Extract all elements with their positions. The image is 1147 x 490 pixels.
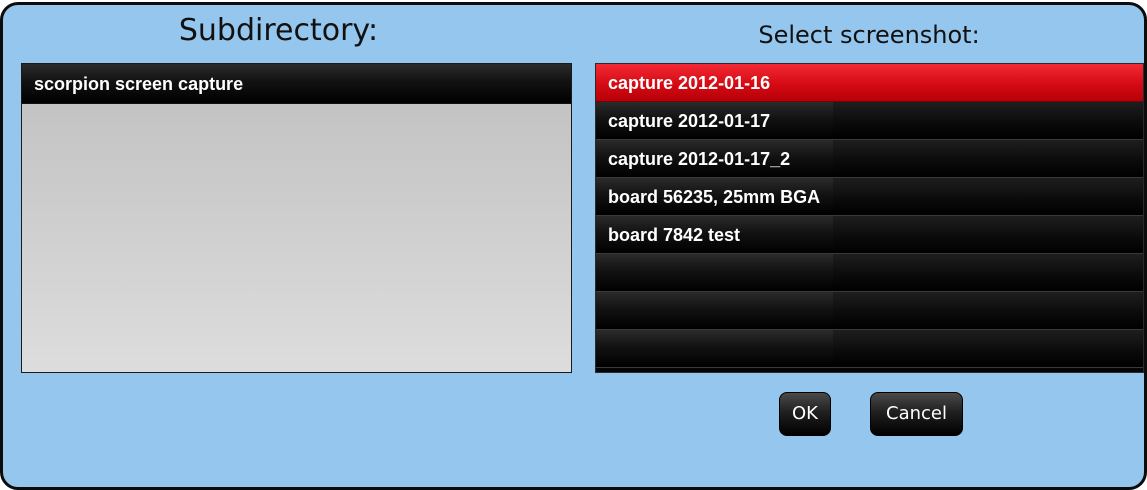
screenshot-item-board-56235[interactable]: board 56235, 25mm BGA — [596, 178, 1143, 216]
screenshot-item-label: capture 2012-01-16 — [608, 73, 771, 93]
screenshot-item-label: capture 2012-01-17_2 — [608, 149, 791, 169]
subdirectory-item-scorpion-screen-capture[interactable]: scorpion screen capture — [22, 64, 571, 104]
screenshot-list[interactable]: capture 2012-01-16 capture 2012-01-17 ca… — [595, 63, 1144, 373]
screenshot-item-empty[interactable] — [596, 292, 1143, 330]
screenshot-item-label: board 7842 test — [608, 225, 741, 245]
screenshot-item-label: capture 2012-01-17 — [608, 111, 771, 131]
screenshot-item-capture-2012-01-17-2[interactable]: capture 2012-01-17_2 — [596, 140, 1143, 178]
ok-button[interactable]: OK — [779, 392, 831, 436]
subdirectory-heading: Subdirectory: — [178, 13, 379, 48]
subdirectory-item-label: scorpion screen capture — [34, 74, 244, 94]
cancel-button[interactable]: Cancel — [870, 392, 963, 436]
screenshot-item-empty[interactable] — [596, 330, 1143, 368]
screenshot-item-capture-2012-01-17[interactable]: capture 2012-01-17 — [596, 102, 1143, 140]
select-screenshot-heading: Select screenshot: — [758, 21, 980, 49]
subdirectory-list[interactable]: scorpion screen capture — [21, 63, 572, 373]
screenshot-item-board-7842-test[interactable]: board 7842 test — [596, 216, 1143, 254]
screenshot-item-capture-2012-01-16[interactable]: capture 2012-01-16 — [596, 64, 1143, 102]
select-screenshot-dialog: Subdirectory: Select screenshot: scorpio… — [0, 2, 1147, 490]
screenshot-item-label: board 56235, 25mm BGA — [608, 187, 821, 207]
screenshot-item-empty[interactable] — [596, 254, 1143, 292]
